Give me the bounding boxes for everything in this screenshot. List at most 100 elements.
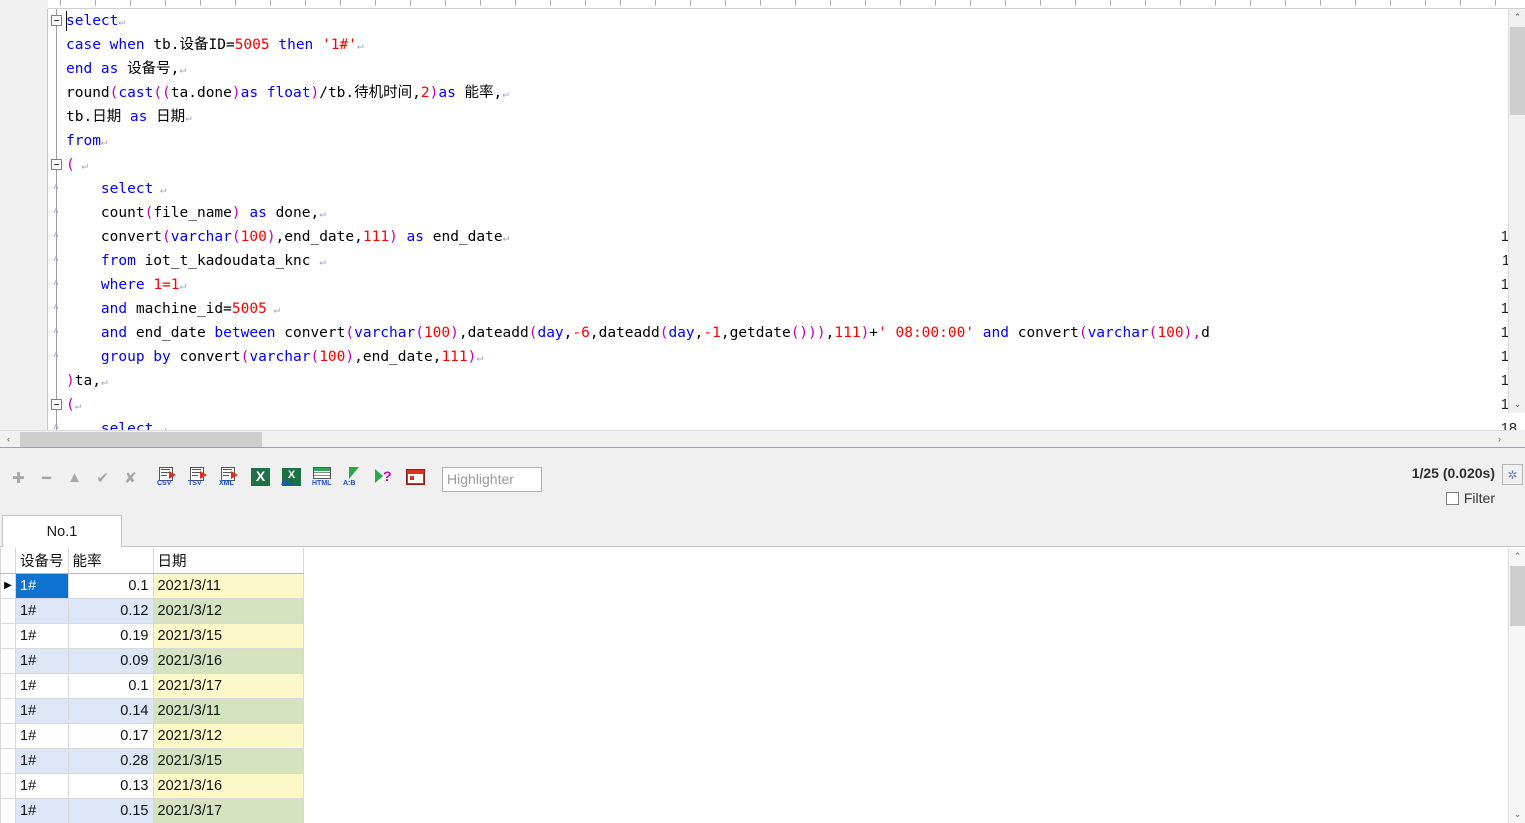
scroll-left-icon[interactable]: ‹: [0, 431, 17, 448]
editor-horizontal-scrollbar[interactable]: ‹ ›: [0, 430, 1525, 447]
table-cell[interactable]: 1#: [15, 572, 69, 599]
table-cell[interactable]: 2021/3/16: [152, 647, 304, 674]
export-ab-icon[interactable]: A:B: [343, 467, 365, 488]
fold-toggle-icon[interactable]: [51, 399, 62, 410]
row-marker-cell[interactable]: [0, 672, 16, 699]
table-cell[interactable]: 2021/3/12: [152, 597, 304, 624]
code-line[interactable]: round(cast((ta.done)as float)/tb.待机时间,2)…: [66, 81, 1525, 105]
code-line[interactable]: where 1=1↵: [66, 273, 1525, 297]
row-marker-cell[interactable]: [0, 772, 16, 799]
scroll-down-icon[interactable]: ⌄: [1509, 396, 1525, 413]
filter-toggle[interactable]: Filter: [1445, 490, 1495, 506]
results-grid[interactable]: 设备号 能率 日期 ▶ 1# 0.1 2021/3/11 1# 0.12 2021/3/12 1#…: [0, 548, 1508, 823]
table-cell[interactable]: 0.1: [67, 572, 154, 599]
table-cell[interactable]: 0.17: [67, 722, 154, 749]
table-cell[interactable]: 1#: [15, 647, 69, 674]
code-line[interactable]: select ↵: [66, 417, 1525, 430]
table-cell[interactable]: 2021/3/15: [152, 622, 304, 649]
code-line[interactable]: tb.日期 as 日期↵: [66, 105, 1525, 129]
table-cell[interactable]: 2021/3/15: [152, 747, 304, 774]
add-icon[interactable]: ✚: [8, 467, 29, 488]
highlighter-input[interactable]: Highlighter: [442, 467, 542, 492]
table-cell[interactable]: 0.19: [67, 622, 154, 649]
column-header-1[interactable]: 设备号: [15, 548, 69, 574]
code-line[interactable]: ( ↵: [66, 153, 1525, 177]
table-cell[interactable]: 0.15: [67, 797, 154, 823]
table-row[interactable]: 1# 0.28 2021/3/15: [0, 747, 304, 774]
fold-toggle-icon[interactable]: [51, 15, 62, 26]
table-cell[interactable]: 0.13: [67, 772, 154, 799]
code-line[interactable]: from↵: [66, 129, 1525, 153]
table-cell[interactable]: 1#: [15, 697, 69, 724]
scroll-up-icon[interactable]: ⌃: [1509, 9, 1525, 26]
vertical-scroll-thumb[interactable]: [1510, 27, 1525, 115]
table-cell[interactable]: 2021/3/11: [152, 572, 304, 599]
remove-icon[interactable]: ━: [36, 467, 57, 488]
table-cell[interactable]: 2021/3/17: [152, 797, 304, 823]
table-cell[interactable]: 1#: [15, 772, 69, 799]
code-line[interactable]: convert(varchar(100),end_date,111) as en…: [66, 225, 1525, 249]
code-line[interactable]: )ta,↵: [66, 369, 1525, 393]
code-line[interactable]: group by convert(varchar(100),end_date,1…: [66, 345, 1525, 369]
row-marker-cell[interactable]: [0, 722, 16, 749]
table-row[interactable]: 1# 0.1 2021/3/17: [0, 672, 304, 699]
editor-vertical-scrollbar[interactable]: ⌃ ⌄: [1508, 9, 1525, 413]
commit-icon[interactable]: ✔: [92, 467, 113, 488]
row-marker-cell[interactable]: [0, 697, 16, 724]
code-line[interactable]: case when tb.设备ID=5005 then '1#'↵: [66, 33, 1525, 57]
table-row[interactable]: 1# 0.13 2021/3/16: [0, 772, 304, 799]
table-cell[interactable]: 0.12: [67, 597, 154, 624]
table-cell[interactable]: 1#: [15, 622, 69, 649]
code-text-area[interactable]: select↵ case when tb.设备ID=5005 then '1#'↵…: [66, 9, 1525, 430]
column-header-2[interactable]: 能率: [67, 548, 154, 574]
code-line[interactable]: select↵: [66, 9, 1525, 33]
export-xml-icon[interactable]: XML: [219, 467, 241, 488]
code-line[interactable]: end as 设备号,↵: [66, 57, 1525, 81]
table-row[interactable]: 1# 0.15 2021/3/17: [0, 797, 304, 823]
row-marker-cell[interactable]: [0, 622, 16, 649]
scroll-right-icon[interactable]: ›: [1491, 431, 1508, 448]
code-line[interactable]: and machine_id=5005 ↵: [66, 297, 1525, 321]
table-row[interactable]: 1# 0.17 2021/3/12: [0, 722, 304, 749]
filter-checkbox[interactable]: [1445, 491, 1459, 505]
sql-editor[interactable]: 12345678˄9˄10˄11˄12˄13˄14˄15˄161718˄ sel…: [0, 9, 1525, 430]
table-row[interactable]: ▶ 1# 0.1 2021/3/11: [0, 572, 304, 599]
table-cell[interactable]: 2021/3/11: [152, 697, 304, 724]
table-cell[interactable]: 2021/3/12: [152, 722, 304, 749]
table-row[interactable]: 1# 0.19 2021/3/15: [0, 622, 304, 649]
export-calendar-icon[interactable]: [405, 467, 427, 488]
horizontal-scroll-thumb[interactable]: [20, 432, 262, 447]
table-cell[interactable]: 0.28: [67, 747, 154, 774]
table-cell[interactable]: 0.09: [67, 647, 154, 674]
move-up-icon[interactable]: ▲: [64, 467, 85, 488]
table-cell[interactable]: 1#: [15, 722, 69, 749]
row-marker-cell[interactable]: [0, 747, 16, 774]
export-excel-icon[interactable]: X: [250, 467, 272, 488]
grid-vertical-scroll-thumb[interactable]: [1510, 566, 1525, 626]
row-marker-cell[interactable]: [0, 597, 16, 624]
fold-toggle-icon[interactable]: [51, 159, 62, 170]
table-cell[interactable]: 0.14: [67, 697, 154, 724]
grid-scroll-down-icon[interactable]: ⌄: [1509, 806, 1525, 823]
table-cell[interactable]: 2021/3/16: [152, 772, 304, 799]
table-row[interactable]: 1# 0.09 2021/3/16: [0, 647, 304, 674]
code-line[interactable]: from iot_t_kadoudata_knc ↵: [66, 249, 1525, 273]
table-cell[interactable]: 1#: [15, 597, 69, 624]
export-html-icon[interactable]: HTML: [312, 467, 334, 488]
table-cell[interactable]: 1#: [15, 747, 69, 774]
table-cell[interactable]: 2021/3/17: [152, 672, 304, 699]
table-row[interactable]: 1# 0.14 2021/3/11: [0, 697, 304, 724]
export-csv-icon[interactable]: CSV: [157, 467, 179, 488]
grid-vertical-scrollbar[interactable]: ⌃ ⌄: [1508, 548, 1525, 823]
tab-no-1[interactable]: No.1: [2, 515, 122, 547]
row-marker-cell[interactable]: [0, 647, 16, 674]
code-line[interactable]: count(file_name) as done,↵: [66, 201, 1525, 225]
close-results-button[interactable]: ✲: [1502, 464, 1523, 485]
row-marker-cell[interactable]: [0, 797, 16, 823]
grid-scroll-up-icon[interactable]: ⌃: [1509, 548, 1525, 565]
table-cell[interactable]: 1#: [15, 797, 69, 823]
code-line[interactable]: select ↵: [66, 177, 1525, 201]
export-excel-all-icon[interactable]: X ALL: [281, 467, 303, 488]
table-cell[interactable]: 0.1: [67, 672, 154, 699]
column-header-3[interactable]: 日期: [152, 548, 304, 574]
